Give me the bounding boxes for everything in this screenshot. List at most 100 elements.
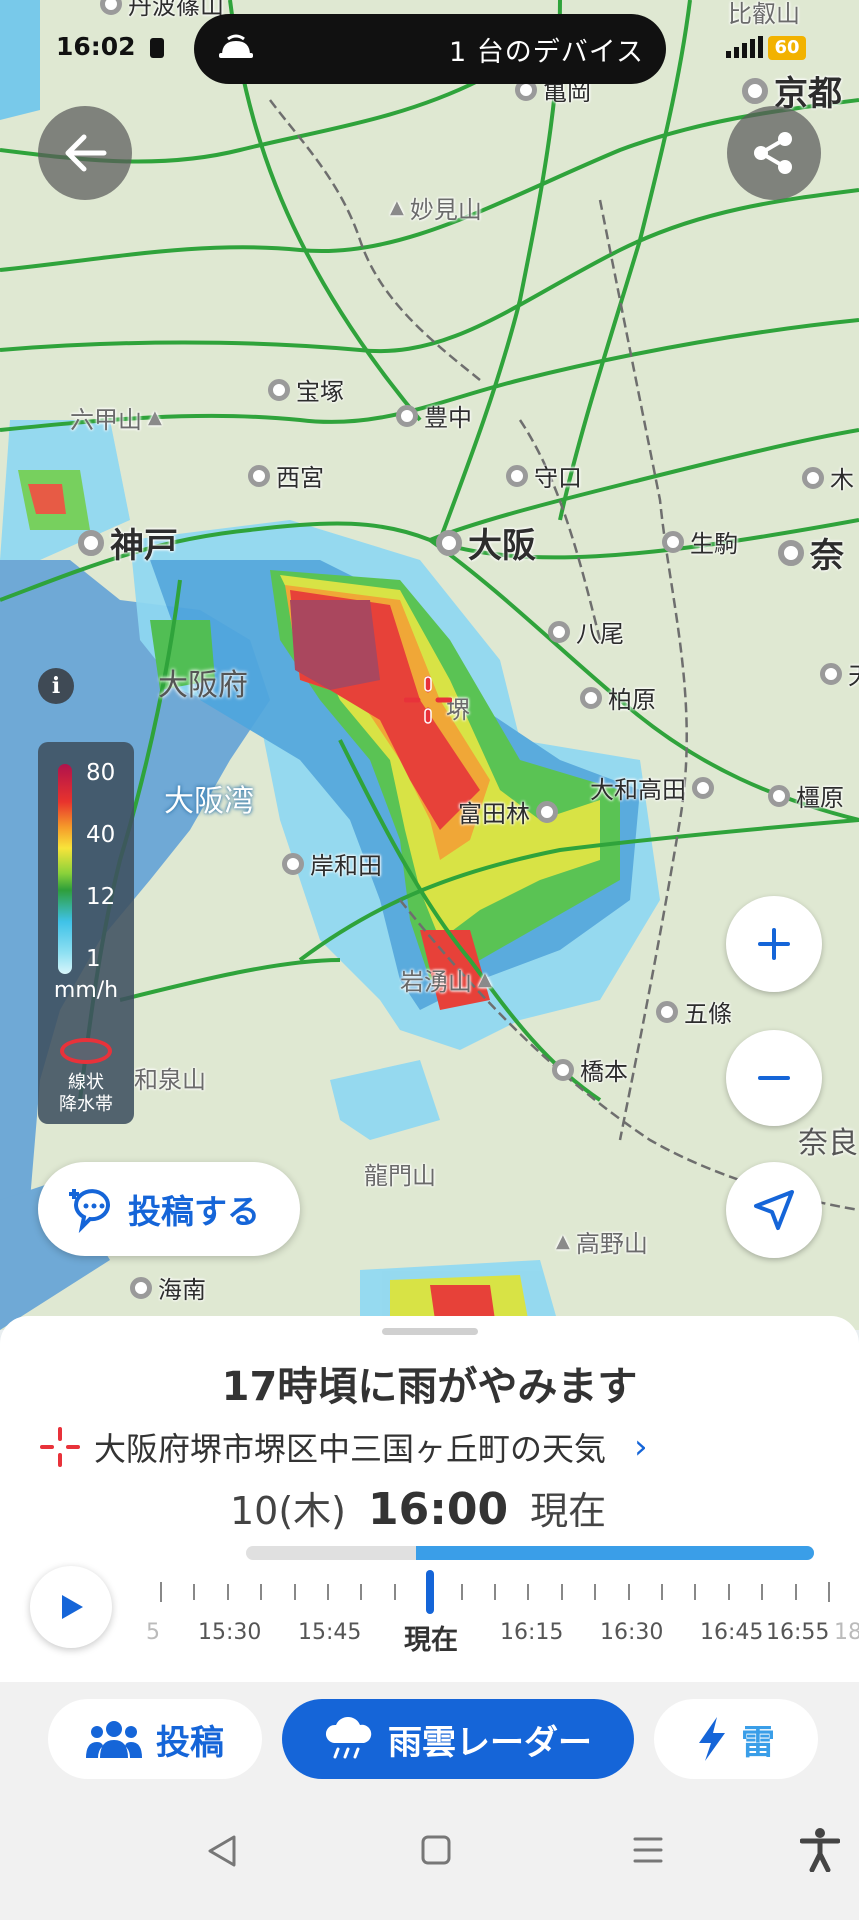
back-triangle-icon (208, 1835, 236, 1867)
tab-post[interactable]: 投稿 (48, 1699, 262, 1779)
map-label-nara: 奈 (778, 528, 844, 577)
timeline-tick (560, 1584, 563, 1600)
share-icon (754, 132, 792, 174)
map-label-myokensan: ▲ 妙見山 (390, 196, 482, 224)
map-label-kishiwada: 岸和田 (282, 846, 382, 881)
map-label-rokkosan: 六甲山 ▲ (70, 406, 162, 434)
map-label-koyasan: ▲ 高野山 (556, 1230, 648, 1258)
back-button[interactable] (38, 106, 132, 200)
city-dot-icon (778, 539, 804, 566)
zoom-in-button[interactable] (726, 896, 822, 992)
timeline-tick (226, 1584, 229, 1600)
current-date: 10(木) (230, 1489, 347, 1533)
back-arrow-icon (65, 134, 107, 172)
city-dot-icon (656, 1000, 678, 1023)
current-time-display: 10(木) 16:00 現在 (230, 1480, 606, 1535)
timeline-tick (527, 1584, 530, 1600)
chevron-right-icon: › (634, 1427, 648, 1467)
home-square-icon (421, 1835, 451, 1865)
map-label-kainan: 海南 (130, 1270, 206, 1305)
radar-map[interactable]: 丹波篠山 比叡山 亀岡 京都 ▲ 妙見山 宝塚 豊中 六甲山 ▲ 西宮 守口 木 神… (0, 0, 859, 1330)
map-label-osaka: 大阪 (436, 518, 536, 567)
timeline-tick (260, 1584, 263, 1600)
media-pill[interactable]: 1 台のデバイス (194, 14, 666, 84)
system-home-button[interactable] (420, 1834, 452, 1870)
timeline-label: 16:15 (500, 1620, 564, 1645)
map-label-yao: 八尾 (548, 614, 624, 649)
city-dot-icon (282, 852, 304, 875)
tab-rain-radar[interactable]: 雨雲レーダー (282, 1699, 634, 1779)
play-button[interactable] (30, 1566, 112, 1648)
system-accessibility-button[interactable] (799, 1828, 841, 1876)
signal-icon (726, 36, 763, 58)
map-label-moriguchi: 守口 (506, 458, 582, 493)
legend-tick: 40 (86, 822, 116, 848)
rain-legend: 80 40 12 1 mm/h 線状 降水帯 (38, 742, 134, 1124)
accessibility-icon (799, 1828, 841, 1873)
timeline-label: 15:45 (298, 1620, 362, 1645)
timeline-tick (393, 1584, 396, 1600)
rain-cloud-icon (325, 1717, 372, 1759)
location-weather-link[interactable]: 大阪府堺市堺区中三国ヶ丘町の天気 › (40, 1424, 648, 1470)
legend-info-button[interactable]: i (38, 668, 74, 704)
sheet-drag-handle[interactable] (382, 1328, 478, 1335)
map-label-kashihara: 橿原 (768, 778, 844, 813)
timeline-tick (293, 1584, 296, 1600)
timeline-tick (627, 1584, 630, 1600)
timeline-progress (246, 1546, 814, 1560)
people-icon (86, 1721, 142, 1758)
timeline-current-marker[interactable] (426, 1570, 434, 1614)
map-label-osakawan: 大阪湾 (164, 784, 254, 819)
map-label-izumisan: 和泉山 (134, 1066, 206, 1094)
recents-lines-icon (633, 1837, 663, 1863)
tab-thunder-label: 雷 (741, 1722, 775, 1763)
share-button[interactable] (727, 106, 821, 200)
timeline-tick (193, 1584, 196, 1600)
timeline-tick (327, 1584, 329, 1600)
legend-tick: 80 (86, 760, 116, 786)
tab-post-label: 投稿 (156, 1722, 224, 1763)
timeline-tick (594, 1584, 597, 1600)
post-report-button[interactable]: 投稿する (38, 1162, 300, 1256)
legend-tick: 12 (86, 884, 116, 910)
city-dot-icon (248, 464, 270, 487)
system-back-button[interactable] (206, 1834, 238, 1872)
mountain-icon: ▲ (478, 969, 492, 990)
lightning-icon (699, 1717, 725, 1761)
timeline-tick (360, 1584, 363, 1600)
linear-band-label: 線状 降水帯 (59, 1072, 113, 1115)
timeline-label: 5 (146, 1620, 160, 1645)
city-dot-icon (506, 464, 528, 487)
map-label-yamatotakada: 大和高田 (590, 770, 714, 805)
map-label-naraken: 奈良 (798, 1126, 858, 1161)
city-dot-icon (436, 529, 462, 556)
post-report-label: 投稿する (128, 1192, 260, 1231)
location-name: 大阪府堺市堺区中三国ヶ丘町の天気 (94, 1430, 607, 1468)
status-bar: 16:02 1 台のデバイス 60 (0, 0, 859, 90)
mountain-icon: ▲ (390, 197, 404, 218)
linear-band-icon (60, 1038, 112, 1064)
timeline-tick (694, 1584, 697, 1600)
timeline-label: 16:55 (766, 1620, 830, 1645)
map-label-kashiwara: 柏原 (580, 680, 656, 715)
tab-thunder[interactable]: 雷 (654, 1699, 818, 1779)
current-location-button[interactable] (726, 1162, 822, 1258)
system-recents-button[interactable] (632, 1834, 664, 1870)
timeline-tick (761, 1584, 764, 1600)
sim-icon (150, 38, 164, 58)
current-suffix: 現在 (530, 1489, 607, 1533)
city-dot-icon (662, 530, 684, 553)
status-time: 16:02 (56, 32, 136, 61)
map-label-osakafu: 大阪府 (158, 668, 248, 703)
legend-color-bar (58, 764, 72, 974)
city-dot-icon (820, 662, 842, 685)
zoom-out-button[interactable] (726, 1030, 822, 1126)
city-dot-icon (78, 529, 104, 556)
timeline-ticks[interactable] (150, 1582, 850, 1604)
map-label-hashimoto: 橋本 (552, 1052, 628, 1087)
map-label-ryumonzan: 龍門山 (364, 1162, 436, 1190)
current-time: 16:00 (368, 1484, 509, 1535)
city-dot-icon (268, 378, 290, 401)
timeline-tick (494, 1584, 496, 1600)
minus-icon (758, 1076, 790, 1080)
